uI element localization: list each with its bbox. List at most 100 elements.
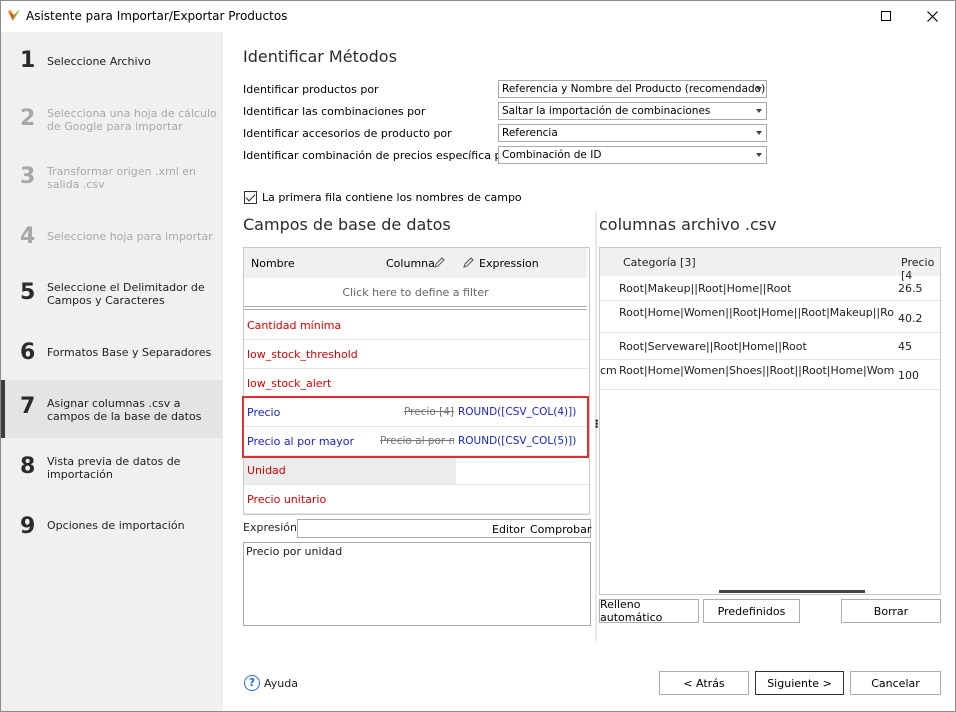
csv-columns-heading: columnas archivo .csv: [599, 215, 777, 234]
identify-products-label: Identificar productos por: [243, 83, 379, 96]
identify-products-select[interactable]: Referencia y Nombre del Producto (recome…: [498, 80, 767, 98]
identify-accessories-label: Identificar accesorios de producto por: [243, 127, 452, 140]
table-row[interactable]: Unidad: [244, 456, 589, 485]
field-name: low_stock_alert: [247, 377, 332, 390]
chevron-down-icon: [756, 87, 762, 91]
step-label: Selecciona una hoja de cálculo de Google…: [47, 107, 217, 133]
step-number: 2: [20, 106, 36, 131]
identify-methods-heading: Identificar Métodos: [243, 47, 397, 66]
step-label: Formatos Base y Separadores: [47, 346, 212, 359]
select-value: Referencia: [502, 127, 558, 139]
step-6[interactable]: 6 Formatos Base y Separadores: [1, 336, 223, 370]
cell-price: 45: [898, 340, 912, 353]
column-header-name[interactable]: Nombre: [251, 257, 295, 270]
table-row[interactable]: low_stock_alert: [244, 369, 589, 398]
table-row[interactable]: Root|Home|Women||Root|Home||Root|Makeup|…: [600, 301, 940, 333]
step-number: 4: [20, 224, 36, 249]
select-value: Saltar la importación de combinaciones: [502, 105, 711, 117]
cell-price: 26.5: [898, 282, 923, 295]
identify-combinations-label: Identificar las combinaciones por: [243, 105, 426, 118]
autofill-button[interactable]: Relleno automático: [599, 598, 699, 624]
table-row[interactable]: Root|Makeup||Root|Home||Root 26.5: [600, 276, 940, 301]
step-2[interactable]: 2 Selecciona una hoja de cálculo de Goog…: [1, 100, 223, 140]
csv-grid-header: Categoría [3] Precio [4: [600, 248, 940, 282]
chevron-down-icon: [756, 153, 762, 157]
identify-specific-price-select[interactable]: Combinación de ID: [498, 146, 767, 164]
table-row[interactable]: cm Root|Home|Women|Shoes||Root||Root|Hom…: [600, 360, 940, 390]
field-name: Unidad: [247, 464, 286, 477]
field-name: low_stock_threshold: [247, 348, 358, 361]
question-circle-icon: ?: [244, 675, 260, 691]
csv-columns-grid: Categoría [3] Precio [4 Root|Makeup||Roo…: [599, 247, 941, 595]
cell-category: Root|Home|Women|Shoes||Root||Root|Home|W…: [619, 364, 894, 377]
filter-divider: [244, 306, 587, 310]
db-fields-grid: Nombre Columna Expression Click here to …: [243, 247, 590, 515]
first-row-headers-checkbox[interactable]: [244, 191, 257, 204]
expression-toolbar: Editor Comprobar: [297, 519, 591, 538]
maximize-button[interactable]: [863, 1, 909, 31]
step-number: 3: [20, 164, 36, 189]
step-label: Vista previa de datos de importación: [47, 455, 181, 481]
select-value: Combinación de ID: [502, 149, 602, 161]
step-1[interactable]: 1 Seleccione Archivo: [1, 44, 223, 78]
cell-price: 100: [898, 369, 919, 382]
pencil-icon[interactable]: [463, 257, 474, 268]
editor-button[interactable]: Editor: [492, 523, 525, 536]
step-label: Seleccione hoja para importar: [47, 230, 213, 243]
step-number: 1: [20, 48, 36, 73]
back-button[interactable]: < Atrás: [659, 671, 749, 695]
table-row[interactable]: Precio unitario: [244, 485, 589, 514]
step-5[interactable]: 5 Seleccione el Delimitador de Campos y …: [1, 274, 223, 314]
step-9[interactable]: 9 Opciones de importación: [1, 510, 223, 544]
identify-accessories-select[interactable]: Referencia: [498, 124, 767, 142]
cancel-button[interactable]: Cancelar: [850, 671, 941, 695]
column-header-column[interactable]: Columna: [386, 257, 435, 270]
maximize-icon: [881, 11, 891, 21]
step-label: Opciones de importación: [47, 519, 185, 532]
cell-category: Root|Serveware||Root|Home||Root: [619, 340, 807, 353]
filter-row[interactable]: Click here to define a filter: [244, 278, 587, 306]
column-header-category[interactable]: Categoría [3]: [623, 256, 696, 269]
close-icon: [926, 10, 938, 22]
table-row[interactable]: Root|Serveware||Root|Home||Root 45: [600, 333, 940, 360]
first-row-headers-label: La primera fila contiene los nombres de …: [262, 191, 522, 204]
step-number: 6: [20, 340, 36, 365]
next-button[interactable]: Siguiente >: [755, 671, 844, 695]
identify-specific-price-label: Identificar combinación de precios espec…: [243, 149, 513, 162]
delete-button[interactable]: Borrar: [841, 599, 941, 623]
step-3[interactable]: 3 Transformar origen .xml en salida .csv: [1, 158, 223, 198]
step-7[interactable]: 7 Asignar columnas .csv a campos de la b…: [1, 380, 223, 438]
step-label: Seleccione Archivo: [47, 55, 151, 68]
table-row[interactable]: low_stock_threshold: [244, 340, 589, 369]
step-number: 9: [20, 514, 36, 539]
predefined-button[interactable]: Predefinidos: [703, 599, 800, 623]
cell-category: Root|Home|Women||Root|Home||Root|Makeup|…: [619, 306, 894, 319]
step-number: 8: [20, 454, 36, 479]
db-fields-grid-header: Nombre Columna Expression: [244, 248, 587, 278]
app-logo-icon: [8, 9, 20, 21]
mapped-rows-highlight-box: [242, 396, 589, 458]
expression-label: Expresión: [243, 521, 297, 534]
step-label: Asignar columnas .csv a campos de la bas…: [47, 397, 202, 423]
table-row[interactable]: Cantidad mínima: [244, 311, 589, 340]
identify-combinations-select[interactable]: Saltar la importación de combinaciones: [498, 102, 767, 120]
close-button[interactable]: [909, 1, 955, 31]
pencil-icon[interactable]: [434, 257, 445, 268]
chevron-down-icon: [756, 109, 762, 113]
cell-category: Root|Makeup||Root|Home||Root: [619, 282, 792, 295]
help-label: Ayuda: [264, 677, 298, 690]
step-number: 7: [20, 394, 36, 419]
horizontal-scrollbar[interactable]: [719, 590, 865, 593]
step-8[interactable]: 8 Vista previa de datos de importación: [1, 448, 223, 488]
window-title: Asistente para Importar/Exportar Product…: [26, 9, 288, 23]
field-name: Cantidad mínima: [247, 319, 342, 332]
expression-textarea[interactable]: Precio por unidad: [243, 542, 591, 626]
column-header-expression[interactable]: Expression: [479, 257, 539, 270]
step-4[interactable]: 4 Seleccione hoja para importar: [1, 220, 223, 254]
field-name: Precio unitario: [247, 493, 327, 506]
step-number: 5: [20, 280, 36, 305]
import-wizard-window: Asistente para Importar/Exportar Product…: [0, 0, 956, 712]
cell-lead: cm: [600, 364, 617, 377]
step-label: Transformar origen .xml en salida .csv: [47, 165, 197, 191]
check-button[interactable]: Comprobar: [530, 523, 591, 536]
